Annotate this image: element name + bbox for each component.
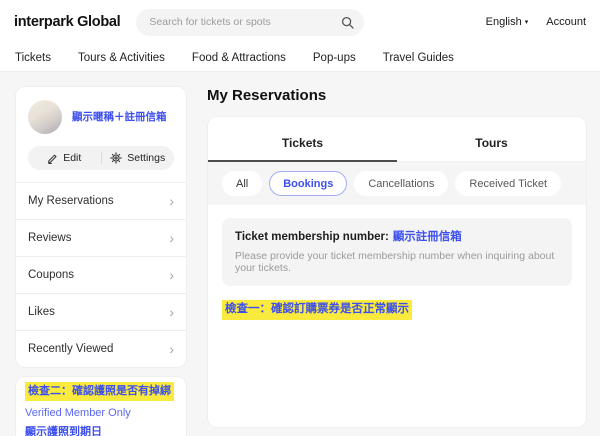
sidebar-item-likes[interactable]: Likes › [16, 293, 186, 330]
caret-down-icon: ▾ [525, 19, 529, 26]
main-area: My Reservations Tickets Tours All Bookin… [207, 86, 587, 436]
pencil-icon [47, 153, 58, 164]
filter-bookings[interactable]: Bookings [269, 171, 347, 196]
chevron-right-icon: › [169, 268, 174, 282]
search-input[interactable] [149, 16, 341, 28]
sidebar-item-reviews[interactable]: Reviews › [16, 219, 186, 256]
search-icon[interactable] [341, 16, 354, 29]
profile-nickname-email: 顯示暱稱＋註冊信箱 [72, 110, 167, 125]
nav-item-food-attractions[interactable]: Food & Attractions [192, 52, 286, 64]
membership-number-description: Please provide your ticket membership nu… [235, 250, 559, 274]
membership-number-label: Ticket membership number: [235, 231, 389, 243]
edit-label: Edit [63, 152, 81, 164]
passport-check-card: 檢查二：確認護照是否有掉綁 Verified Member Only 顯示護照到… [15, 376, 187, 436]
filter-received-ticket[interactable]: Received Ticket [455, 171, 561, 196]
chevron-right-icon: › [169, 194, 174, 208]
reservations-card: Tickets Tours All Bookings Cancellations… [207, 116, 587, 428]
logo[interactable]: interpark Global [14, 14, 120, 30]
tab-tours[interactable]: Tours [397, 117, 586, 161]
content-area: 顯示暱稱＋註冊信箱 Edit [0, 72, 600, 436]
header-right: English ▾ Account [486, 16, 586, 28]
profile-card: 顯示暱稱＋註冊信箱 Edit [15, 86, 187, 368]
membership-number-line: Ticket membership number: 顯示註冊信箱 [235, 228, 559, 244]
check-one-highlight-row: 檢查一：確認訂購票券是否正常顯示 [222, 300, 572, 320]
passport-expiry-label: 顯示護照到期日 [25, 423, 177, 436]
category-nav: Tickets Tours & Activities Food & Attrac… [0, 44, 600, 72]
menu-label: Recently Viewed [28, 343, 113, 355]
membership-number-value: 顯示註冊信箱 [393, 231, 462, 243]
edit-button[interactable]: Edit [28, 152, 101, 164]
menu-label: Likes [28, 306, 55, 318]
gear-icon [110, 152, 122, 164]
check-two-highlight: 檢查二：確認護照是否有掉綁 [25, 382, 174, 401]
check-one-highlight: 檢查一：確認訂購票券是否正常顯示 [222, 300, 412, 320]
language-selector[interactable]: English ▾ [486, 16, 529, 28]
reservations-body: Ticket membership number: 顯示註冊信箱 Please p… [208, 205, 586, 333]
nav-item-popups[interactable]: Pop-ups [313, 52, 356, 64]
chevron-right-icon: › [169, 231, 174, 245]
verified-member-only-link[interactable]: Verified Member Only [25, 407, 177, 419]
settings-label: Settings [127, 152, 165, 164]
menu-label: Reviews [28, 232, 71, 244]
filter-all[interactable]: All [222, 171, 262, 196]
chevron-right-icon: › [169, 305, 174, 319]
menu-label: Coupons [28, 269, 74, 281]
account-label: Account [546, 16, 586, 28]
sidebar-item-recently-viewed[interactable]: Recently Viewed › [16, 330, 186, 367]
language-label: English [486, 16, 522, 28]
filter-cancellations[interactable]: Cancellations [354, 171, 448, 196]
account-link[interactable]: Account [546, 16, 586, 28]
membership-number-box: Ticket membership number: 顯示註冊信箱 Please p… [222, 218, 572, 286]
sidebar-menu: My Reservations › Reviews › Coupons › Li… [16, 182, 186, 367]
sidebar: 顯示暱稱＋註冊信箱 Edit [15, 86, 187, 436]
chevron-right-icon: › [169, 342, 174, 356]
sidebar-item-my-reservations[interactable]: My Reservations › [16, 182, 186, 219]
reservation-tabs: Tickets Tours [208, 117, 586, 162]
nav-item-tours-activities[interactable]: Tours & Activities [78, 52, 165, 64]
filter-pills: All Bookings Cancellations Received Tick… [208, 162, 586, 205]
nav-item-tickets[interactable]: Tickets [15, 52, 51, 64]
top-header: interpark Global English ▾ Account [0, 0, 600, 44]
tab-tickets[interactable]: Tickets [208, 117, 397, 162]
profile-actions: Edit [28, 146, 174, 170]
settings-button[interactable]: Settings [102, 152, 175, 164]
profile-section: 顯示暱稱＋註冊信箱 [16, 100, 186, 134]
nav-item-travel-guides[interactable]: Travel Guides [383, 52, 454, 64]
search-bar[interactable] [136, 9, 364, 36]
avatar[interactable] [28, 100, 62, 134]
page-title: My Reservations [207, 87, 587, 104]
menu-label: My Reservations [28, 195, 114, 207]
sidebar-item-coupons[interactable]: Coupons › [16, 256, 186, 293]
